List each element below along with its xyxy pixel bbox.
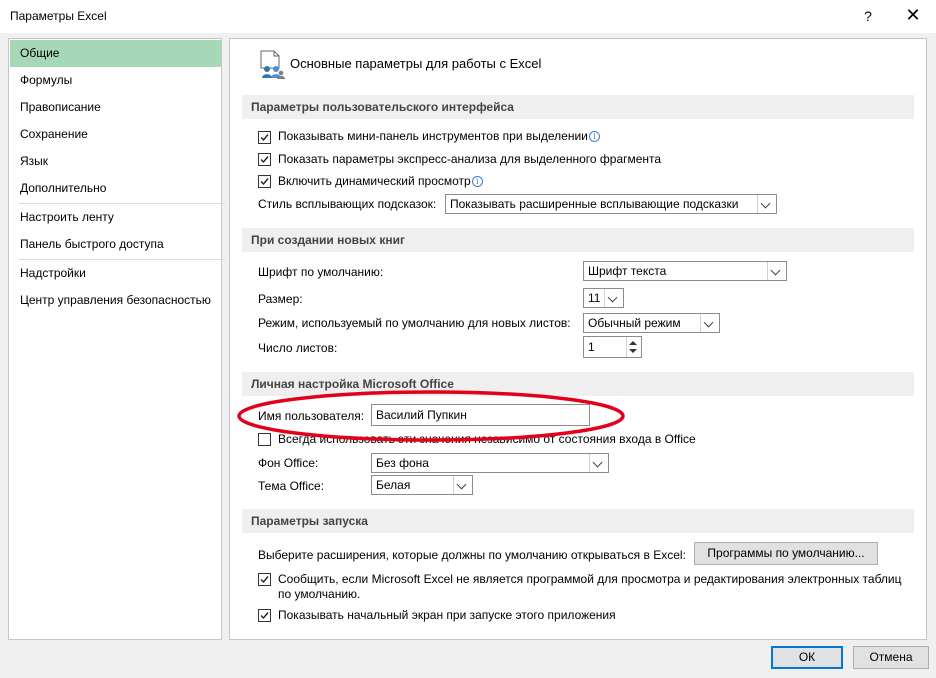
- ok-button[interactable]: ОК: [771, 646, 843, 669]
- highlight-ellipse: [237, 390, 625, 442]
- annotation-overlay: [237, 390, 625, 442]
- cancel-button[interactable]: Отмена: [853, 646, 929, 669]
